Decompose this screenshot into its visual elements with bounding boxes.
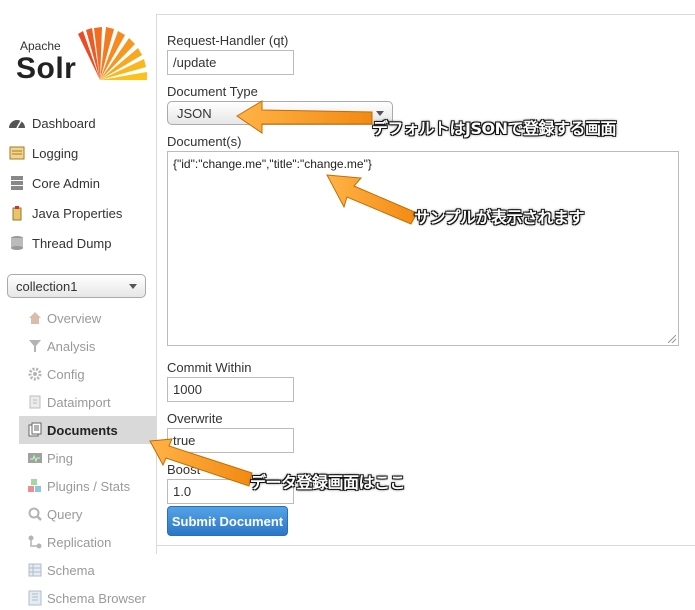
core-menu-item-analysis[interactable]: Analysis <box>19 332 157 360</box>
import-icon <box>27 394 43 410</box>
main-nav: Dashboard Logging Core Admin Java Proper… <box>8 108 158 258</box>
nav-item-dashboard[interactable]: Dashboard <box>8 108 158 138</box>
core-menu-item-documents[interactable]: Documents <box>19 416 157 444</box>
ping-icon <box>27 450 43 466</box>
documents-icon <box>27 422 43 438</box>
nav-item-label: Logging <box>32 145 79 161</box>
schema-icon <box>27 562 43 578</box>
core-menu-item-query[interactable]: Query <box>19 500 157 528</box>
logo-solr-text: Solr <box>16 52 77 85</box>
core-selector-value: collection1 <box>16 279 78 294</box>
core-menu: Overview Analysis Config Dataimport Docu… <box>19 304 157 610</box>
dashboard-icon <box>8 115 26 131</box>
document-type-label: Document Type <box>167 84 258 99</box>
request-handler-input[interactable] <box>167 50 294 75</box>
core-menu-item-dataimport[interactable]: Dataimport <box>19 388 157 416</box>
plugins-icon <box>27 478 43 494</box>
query-icon <box>27 506 43 522</box>
core-menu-item-schema[interactable]: Schema <box>19 556 157 584</box>
core-menu-item-replication[interactable]: Replication <box>19 528 157 556</box>
documents-textarea-value: {"id":"change.me","title":"change.me"} <box>173 157 372 171</box>
core-menu-label: Schema <box>47 562 95 578</box>
core-menu-label: Config <box>47 366 85 382</box>
core-menu-label: Dataimport <box>47 394 111 410</box>
sidebar-divider <box>156 14 157 554</box>
chevron-down-icon <box>129 284 137 289</box>
thread-dump-icon <box>8 235 26 251</box>
submit-document-button[interactable]: Submit Document <box>167 506 288 536</box>
replication-icon <box>27 534 43 550</box>
documents-label: Document(s) <box>167 134 242 149</box>
nav-item-thread-dump[interactable]: Thread Dump <box>8 228 158 258</box>
nav-item-java-properties[interactable]: Java Properties <box>8 198 158 228</box>
overwrite-input[interactable] <box>167 428 294 453</box>
core-menu-item-ping[interactable]: Ping <box>19 444 157 472</box>
core-menu-label: Overview <box>47 310 102 326</box>
nav-item-label: Core Admin <box>32 175 100 191</box>
documents-textarea[interactable]: {"id":"change.me","title":"change.me"} <box>167 151 679 346</box>
core-menu-label: Documents <box>47 422 118 438</box>
gear-icon <box>27 366 43 382</box>
core-menu-item-plugins-stats[interactable]: Plugins / Stats <box>19 472 157 500</box>
nav-item-label: Java Properties <box>32 205 123 221</box>
filter-icon <box>27 338 43 354</box>
document-type-value: JSON <box>177 106 212 121</box>
logo-apache-text: Apache <box>20 39 61 53</box>
commit-within-input[interactable] <box>167 377 294 402</box>
boost-label: Boost <box>167 462 201 477</box>
annotation-data-screen: データ登録画面はここ <box>250 473 406 492</box>
resize-grip-icon[interactable] <box>668 335 676 343</box>
solr-sunburst-icon <box>78 27 147 80</box>
home-icon <box>27 310 43 326</box>
core-menu-label: Ping <box>47 450 74 466</box>
core-menu-label: Query <box>47 506 83 522</box>
nav-item-logging[interactable]: Logging <box>8 138 158 168</box>
core-menu-label: Replication <box>47 534 112 550</box>
logging-icon <box>8 145 26 161</box>
document-type-select[interactable]: JSON <box>167 101 393 125</box>
nav-item-label: Dashboard <box>32 115 96 131</box>
core-menu-label: Schema Browser <box>47 590 146 606</box>
annotation-sample-shown: サンプルが表示されます <box>414 208 585 227</box>
annotation-json-default: デフォルトはJSONで登録する画面 <box>372 119 616 138</box>
schema-browser-icon <box>27 590 43 606</box>
nav-item-label: Thread Dump <box>32 235 112 251</box>
core-selector[interactable]: collection1 <box>7 274 146 298</box>
core-menu-item-config[interactable]: Config <box>19 360 157 388</box>
core-menu-item-overview[interactable]: Overview <box>19 304 157 332</box>
request-handler-label: Request-Handler (qt) <box>167 33 289 48</box>
solr-logo: Apache Solr <box>14 22 147 92</box>
core-menu-label: Plugins / Stats <box>47 478 131 494</box>
core-menu-label: Analysis <box>47 338 96 354</box>
core-menu-item-schema-browser[interactable]: Schema Browser <box>19 584 157 610</box>
commit-within-label: Commit Within <box>167 360 252 375</box>
nav-item-core-admin[interactable]: Core Admin <box>8 168 158 198</box>
core-admin-icon <box>8 175 26 191</box>
overwrite-label: Overwrite <box>167 411 223 426</box>
java-icon <box>8 205 26 221</box>
